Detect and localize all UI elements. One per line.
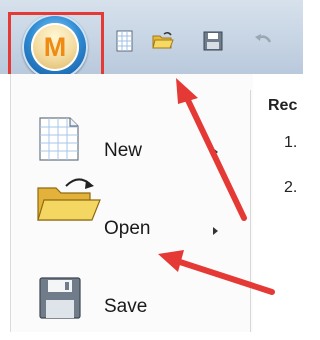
quick-new-document-icon[interactable] <box>114 30 136 52</box>
menu-item-save[interactable]: Save <box>10 270 250 340</box>
quick-save-icon[interactable] <box>202 30 224 52</box>
menu-item-open[interactable]: Open <box>10 178 250 266</box>
menu-item-open-label: Open <box>104 218 151 239</box>
menu-item-new-label: New <box>104 140 143 161</box>
submenu-arrow-icon <box>213 227 218 235</box>
recent-item-2[interactable]: 2. <box>284 179 297 197</box>
new-document-icon <box>39 117 79 161</box>
open-folder-icon <box>37 178 101 221</box>
menu-divider <box>250 90 251 332</box>
submenu-arrow-icon <box>213 148 218 156</box>
quick-undo-icon[interactable] <box>252 30 274 52</box>
recent-item-1[interactable]: 1. <box>284 134 297 152</box>
menu-item-save-label: Save <box>104 296 148 317</box>
quick-open-folder-icon[interactable] <box>152 30 174 52</box>
recent-documents-header: Rec <box>268 97 298 114</box>
floppy-disk-icon <box>39 277 81 319</box>
